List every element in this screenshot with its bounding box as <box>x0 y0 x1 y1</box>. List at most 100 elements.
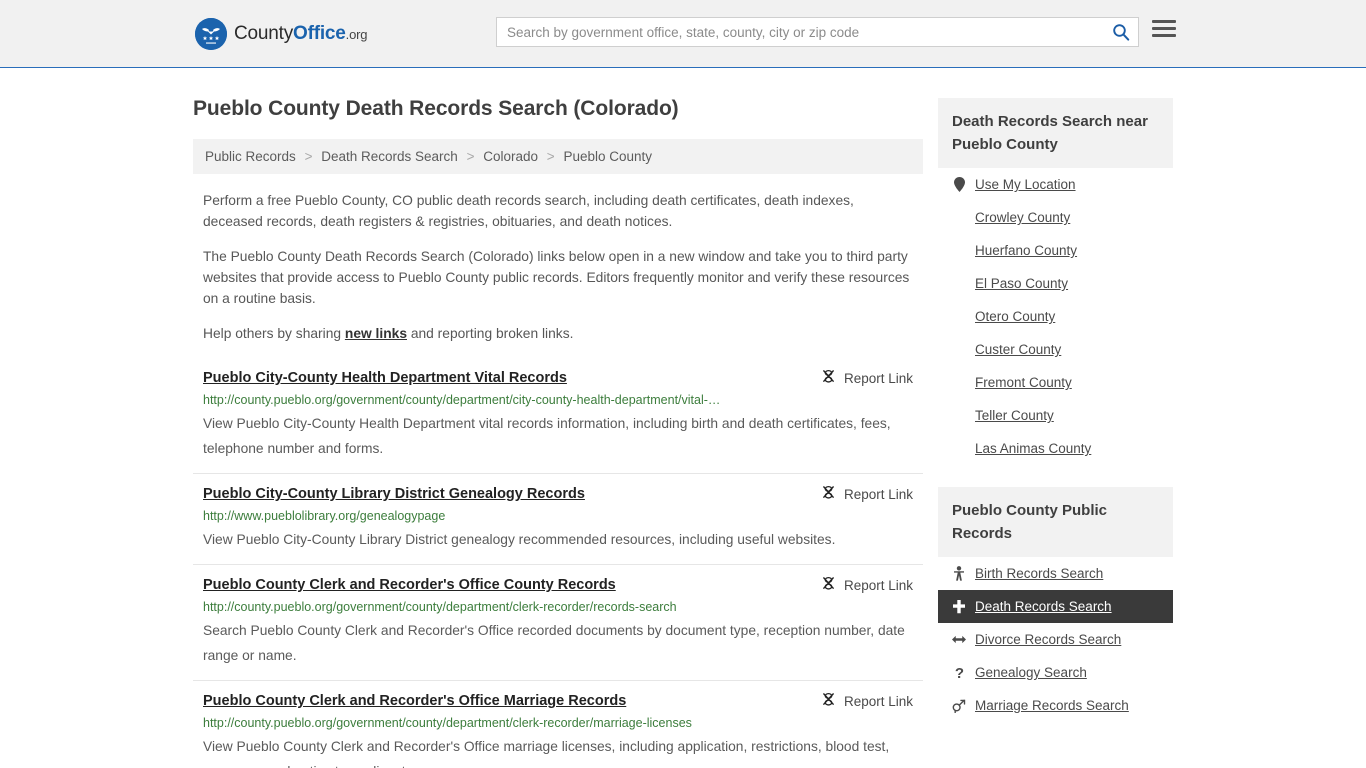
result-url: http://county.pueblo.org/government/coun… <box>203 600 677 614</box>
sidebar-nearby-item[interactable]: Huerfano County <box>938 234 1173 267</box>
broken-link-icon <box>821 485 836 503</box>
result-title-link[interactable]: Pueblo County Clerk and Recorder's Offic… <box>203 691 626 711</box>
search-button[interactable] <box>1104 18 1138 46</box>
hamburger-bar-1 <box>1152 20 1176 23</box>
search-input[interactable] <box>497 24 1104 40</box>
sidebar-nearby-link[interactable]: Teller County <box>975 408 1054 423</box>
result-description: View Pueblo County Clerk and Recorder's … <box>203 739 890 768</box>
sidebar-public-records-item[interactable]: ? Genealogy Search <box>938 656 1173 689</box>
intro-p3-after: and reporting broken links. <box>407 326 574 341</box>
sidebar-public-records-link[interactable]: Death Records Search <box>975 599 1112 614</box>
hamburger-menu-icon[interactable] <box>1152 20 1176 37</box>
result-item: Pueblo County Clerk and Recorder's Offic… <box>193 564 923 680</box>
breadcrumb-separator: > <box>466 149 475 164</box>
broken-link-icon <box>823 576 834 590</box>
broken-link-icon <box>821 692 836 710</box>
broken-link-icon <box>821 576 836 594</box>
logo-text-office: Office <box>293 23 346 44</box>
report-link-label: Report Link <box>843 577 913 593</box>
new-links-link[interactable]: new links <box>345 326 407 341</box>
sidebar-nearby-link[interactable]: Huerfano County <box>975 243 1077 258</box>
breadcrumb-item-colorado[interactable]: Colorado <box>483 149 538 164</box>
sidebar-public-records-link[interactable]: Genealogy Search <box>975 665 1087 680</box>
cross-icon <box>952 599 966 614</box>
intro-text: Perform a free Pueblo County, CO public … <box>193 190 923 344</box>
result-url: http://www.pueblolibrary.org/genealogypa… <box>203 509 446 523</box>
sidebar-nearby-link[interactable]: Custer County <box>975 342 1061 357</box>
sidebar-nearby-item[interactable]: El Paso County <box>938 267 1173 300</box>
page-body: Pueblo County Death Records Search (Colo… <box>0 68 1366 768</box>
search-bar[interactable] <box>496 17 1139 47</box>
sidebar-heading-nearby: Death Records Search near Pueblo County <box>938 98 1173 168</box>
sidebar-public-records-item[interactable]: Marriage Records Search <box>938 689 1173 722</box>
breadcrumb-separator: > <box>304 149 313 164</box>
logo-text-county: County <box>234 23 294 44</box>
sidebar-public-records-link[interactable]: Marriage Records Search <box>975 698 1129 713</box>
question-mark-icon: ? <box>952 665 966 680</box>
sidebar-nearby-item[interactable]: Custer County <box>938 333 1173 366</box>
result-description: View Pueblo City-County Library District… <box>203 532 836 547</box>
male-female-icon <box>952 699 966 713</box>
breadcrumb: Public Records > Death Records Search > … <box>193 139 923 174</box>
result-header: Pueblo County Clerk and Recorder's Offic… <box>203 691 913 711</box>
sidebar-public-records-link[interactable]: Divorce Records Search <box>975 632 1121 647</box>
result-title-link[interactable]: Pueblo City-County Library District Gene… <box>203 484 585 504</box>
sidebar-nearby-item[interactable]: Use My Location <box>938 168 1173 201</box>
sidebar-nearby-link[interactable]: El Paso County <box>975 276 1068 291</box>
report-link-label: Report Link <box>843 486 913 502</box>
broken-link-icon <box>821 369 836 387</box>
sidebar-nearby-link[interactable]: Otero County <box>975 309 1055 324</box>
sidebar: Death Records Search near Pueblo County … <box>938 88 1173 768</box>
result-header: Pueblo City-County Library District Gene… <box>203 484 913 504</box>
result-header: Pueblo City-County Health Department Vit… <box>203 368 913 388</box>
left-right-arrow-icon <box>952 634 966 645</box>
sidebar-public-records-link[interactable]: Birth Records Search <box>975 566 1103 581</box>
broken-link-icon <box>823 369 834 383</box>
sidebar-nearby-item[interactable]: Otero County <box>938 300 1173 333</box>
site-logo[interactable]: CountyOffice.org <box>195 18 367 50</box>
sidebar-nearby-link[interactable]: Use My Location <box>975 177 1076 192</box>
sidebar-nearby-list: Use My Location Crowley County Huerfano Co… <box>938 168 1173 465</box>
result-title-link[interactable]: Pueblo County Clerk and Recorder's Offic… <box>203 575 616 595</box>
sidebar-nearby-item[interactable]: Teller County <box>938 399 1173 432</box>
report-link-button[interactable]: Report Link <box>821 576 913 594</box>
report-link-button[interactable]: Report Link <box>821 485 913 503</box>
result-item: Pueblo County Clerk and Recorder's Offic… <box>193 680 923 768</box>
result-url: http://county.pueblo.org/government/coun… <box>203 393 721 407</box>
search-icon <box>1113 24 1130 41</box>
result-title-link[interactable]: Pueblo City-County Health Department Vit… <box>203 368 567 388</box>
broken-link-icon <box>823 485 834 499</box>
intro-p3-before: Help others by sharing <box>203 326 345 341</box>
breadcrumb-item-public-records[interactable]: Public Records <box>205 149 296 164</box>
logo-text-org: .org <box>345 27 368 42</box>
sidebar-nearby-item[interactable]: Fremont County <box>938 366 1173 399</box>
sidebar-nearby-link[interactable]: Crowley County <box>975 210 1070 225</box>
result-header: Pueblo County Clerk and Recorder's Offic… <box>203 575 913 595</box>
sidebar-public-records-item[interactable]: Divorce Records Search <box>938 623 1173 656</box>
result-item: Pueblo City-County Health Department Vit… <box>193 358 923 473</box>
sidebar-nearby-item[interactable]: Crowley County <box>938 201 1173 234</box>
hamburger-bar-3 <box>1152 34 1176 37</box>
results-list: Pueblo City-County Health Department Vit… <box>193 358 923 768</box>
result-description: View Pueblo City-County Health Departmen… <box>203 416 891 456</box>
sidebar-nearby-link[interactable]: Las Animas County <box>975 441 1091 456</box>
report-link-button[interactable]: Report Link <box>821 369 913 387</box>
breadcrumb-separator: > <box>546 149 555 164</box>
intro-paragraph-3: Help others by sharing new links and rep… <box>193 323 923 344</box>
sidebar-public-records-list: Birth Records Search Death Records Search… <box>938 557 1173 722</box>
page-title: Pueblo County Death Records Search (Colo… <box>193 97 679 120</box>
sidebar-nearby-link[interactable]: Fremont County <box>975 375 1072 390</box>
result-item: Pueblo City-County Library District Gene… <box>193 473 923 564</box>
sidebar-public-records-item[interactable]: Birth Records Search <box>938 557 1173 590</box>
intro-paragraph-1: Perform a free Pueblo County, CO public … <box>203 193 854 229</box>
main-column: Pueblo County Death Records Search (Colo… <box>193 88 923 768</box>
report-link-button[interactable]: Report Link <box>821 692 913 710</box>
breadcrumb-item-pueblo-county[interactable]: Pueblo County <box>563 149 652 164</box>
broken-link-icon <box>823 692 834 706</box>
sidebar-public-records-item[interactable]: Death Records Search <box>938 590 1173 623</box>
report-link-label: Report Link <box>843 370 913 386</box>
baby-icon <box>952 566 966 581</box>
sidebar-nearby-item[interactable]: Las Animas County <box>938 432 1173 465</box>
breadcrumb-item-death-records-search[interactable]: Death Records Search <box>321 149 458 164</box>
result-description: Search Pueblo County Clerk and Recorder'… <box>203 623 905 663</box>
